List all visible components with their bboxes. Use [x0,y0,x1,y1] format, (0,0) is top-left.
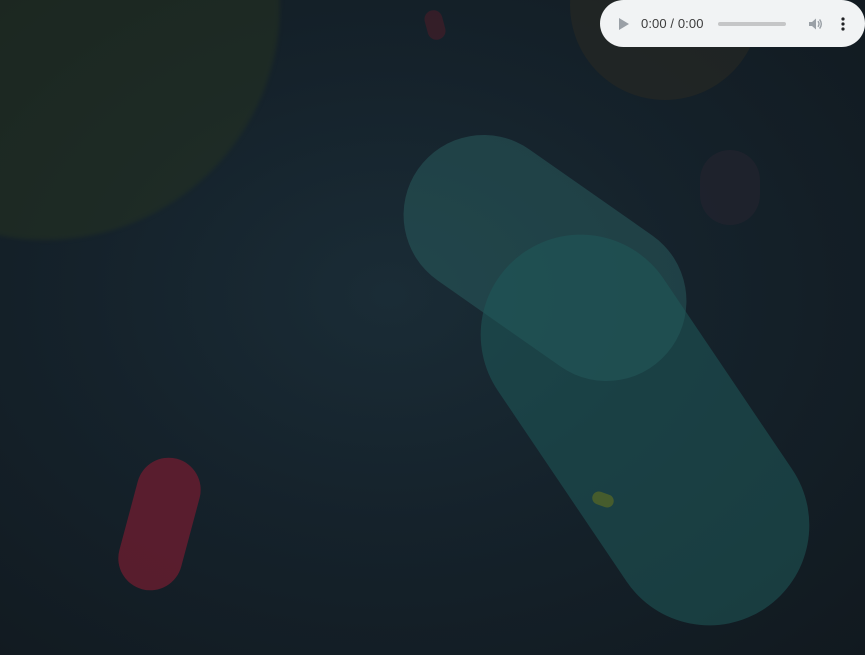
background-canvas [0,0,865,655]
background-blob-olive [0,0,280,240]
background-dot-purple [700,150,760,225]
progress-slider[interactable] [717,21,786,26]
background-pill-red [111,450,208,598]
time-display: 0:00 / 0:00 [641,16,704,31]
more-options-button[interactable] [836,14,850,34]
volume-icon [807,16,823,32]
more-vertical-icon [840,16,845,31]
volume-button[interactable] [806,15,824,33]
audio-player[interactable]: 0:00 / 0:00 [600,0,865,47]
background-dot-red-small [422,8,448,42]
play-icon [618,17,630,31]
play-button[interactable] [614,14,634,34]
